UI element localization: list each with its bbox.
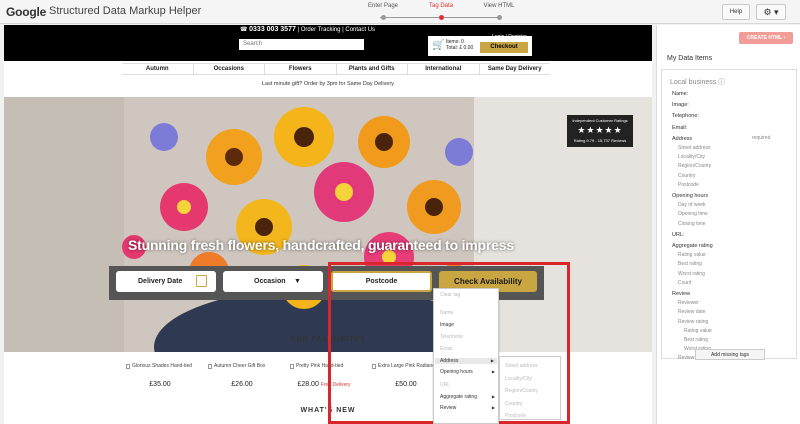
address-submenu-item[interactable]: Street address	[505, 363, 538, 369]
data-item-field: Postcode	[678, 181, 699, 188]
progress-steps: Enter Page Tag Data View HTML	[368, 1, 514, 23]
product-image-icon	[208, 364, 212, 369]
step-view-html: View HTML	[476, 3, 522, 20]
required-note: required	[752, 135, 771, 141]
data-item-field: Rating value	[684, 327, 712, 334]
nav-item-international[interactable]: International	[408, 64, 480, 74]
data-item-field: Opening time	[678, 211, 708, 218]
nav-item-same-day[interactable]: Same Day Delivery	[480, 64, 551, 74]
delivery-date-field[interactable]: Delivery Date	[116, 271, 216, 292]
data-item-field: Review	[672, 291, 691, 297]
help-button[interactable]: Help	[722, 4, 750, 20]
app-title: Structured Data Markup Helper	[49, 5, 202, 17]
basket-icon: 🛒	[432, 40, 445, 51]
tag-menu-item: Email	[440, 346, 453, 352]
data-item-field: Day of week	[678, 202, 706, 209]
nav-item-autumn[interactable]: Autumn	[122, 64, 194, 74]
data-item-field: Worst rating	[678, 270, 705, 277]
order-tracking-link[interactable]: Order Tracking	[301, 27, 341, 33]
address-submenu-item[interactable]: Locality/City	[505, 376, 532, 382]
tag-menu-item: Name	[440, 310, 454, 316]
data-item-field: Telephone:	[672, 113, 699, 120]
site-header: ☎ 0333 003 3577 | Order Tracking | Conta…	[4, 25, 652, 61]
product-image-icon	[290, 364, 294, 369]
data-items-list: Local business ⓘ required Name: Image: Tel…	[661, 69, 797, 361]
tag-menu-item: URL	[440, 382, 451, 388]
data-item-field: Image:	[672, 102, 689, 109]
submenu-arrow-icon: ▶	[491, 405, 495, 410]
google-logo: Google	[6, 5, 47, 19]
tag-menu-item[interactable]: Image	[440, 322, 498, 328]
tag-menu-item: Clear tag	[440, 292, 461, 298]
create-html-button[interactable]: CREATE HTML ›	[739, 32, 793, 44]
calendar-icon	[196, 275, 207, 287]
tag-menu-item[interactable]: Aggregate rating ▶	[440, 394, 498, 400]
tag-menu-item[interactable]: Address ▶	[435, 358, 497, 364]
product-image-icon	[126, 364, 130, 369]
data-item-field: Review date	[678, 309, 706, 316]
tag-menu-item[interactable]: Review ▶	[440, 405, 498, 411]
step-enter-page: Enter Page	[360, 3, 406, 20]
address-submenu-item[interactable]: Postcode	[505, 413, 526, 419]
site-top-links: ☎ 0333 003 3577 | Order Tracking | Conta…	[240, 26, 376, 33]
data-items-panel: CREATE HTML › My Data Items Local busine…	[656, 25, 800, 424]
data-item-field: Region/County	[678, 163, 712, 170]
settings-gear-button[interactable]: ⚙ ▾	[756, 4, 786, 20]
step-tag-data: Tag Data	[418, 3, 464, 20]
data-item-field: URL:	[672, 231, 685, 238]
add-missing-tags-button[interactable]: Add missing tags	[695, 349, 765, 360]
tag-menu-item: Telephone	[440, 334, 464, 340]
data-item-field: Reviewer	[678, 300, 699, 307]
mini-cart: 🛒 Items: 0 Total: £ 0.00 Checkout	[428, 36, 532, 56]
data-item-field: Closing time	[678, 220, 706, 227]
data-item-field: Locality/City	[678, 154, 705, 161]
customer-rating-badge: Independent Customer Ratings ★★★★★ Ratin…	[567, 115, 633, 147]
data-item-field: Country	[678, 172, 696, 179]
site-search-input[interactable]: Search	[239, 39, 364, 50]
nav-item-flowers[interactable]: Flowers	[265, 64, 337, 74]
contact-link[interactable]: Contact Us	[345, 27, 375, 33]
tag-context-menu: Clear tag Name Image Telephone Email Address ▶…	[433, 288, 499, 424]
checkout-button[interactable]: Checkout	[480, 42, 528, 53]
data-item-field: Opening hours	[672, 193, 709, 199]
submenu-arrow-icon: ▶	[491, 394, 495, 399]
data-item-field: Review rating	[678, 318, 709, 325]
site-nav: Autumn Occasions Flowers Plants and Gift…	[122, 63, 550, 75]
tag-menu-item[interactable]: Opening hours ▶	[440, 369, 498, 375]
occasion-select[interactable]: Occasion ▼	[223, 271, 323, 292]
data-item-field: Name:	[672, 91, 689, 97]
product-card[interactable]: Autumn Cheer Gift Box £26.00	[202, 362, 282, 396]
submenu-arrow-icon: ▶	[490, 358, 494, 363]
hero-title: Stunning fresh flowers, handcrafted, gua…	[128, 237, 514, 253]
app-toolbar: Google Structured Data Markup Helper Ent…	[0, 0, 800, 24]
data-item-field: Address	[672, 135, 693, 142]
address-submenu: Street address Locality/City Region/County…	[499, 356, 561, 420]
panel-title: My Data Items	[667, 55, 713, 62]
nav-item-occasions[interactable]: Occasions	[194, 64, 265, 74]
data-item-field: Rating value	[678, 252, 706, 259]
product-card[interactable]: Glorious Shades Hand-tied £35.00	[120, 362, 200, 396]
data-item-field: Best rating	[684, 337, 708, 343]
nav-item-plants-gifts[interactable]: Plants and Gifts	[337, 64, 408, 74]
data-item-field: Email:	[672, 124, 688, 131]
dropdown-arrow-icon: ▼	[294, 278, 301, 285]
data-item-field: Best rating	[678, 261, 702, 268]
cart-summary: Items: 0 Total: £ 0.00	[446, 39, 474, 51]
star-rating-icon: ★★★★★	[577, 125, 623, 135]
data-item-field: Count	[678, 279, 692, 286]
data-item-field: Aggregate rating	[672, 243, 713, 249]
submenu-arrow-icon: ▶	[491, 369, 495, 374]
address-submenu-item[interactable]: Region/County	[505, 388, 538, 394]
phone-number: 0333 003 3577	[249, 26, 296, 33]
local-business-type: Local business ⓘ	[670, 79, 726, 86]
address-submenu-item[interactable]: Country	[505, 401, 523, 407]
promo-banner: Last minute gift? Order by 3pm for Same …	[261, 81, 395, 87]
data-item-field: Street address	[678, 145, 711, 151]
